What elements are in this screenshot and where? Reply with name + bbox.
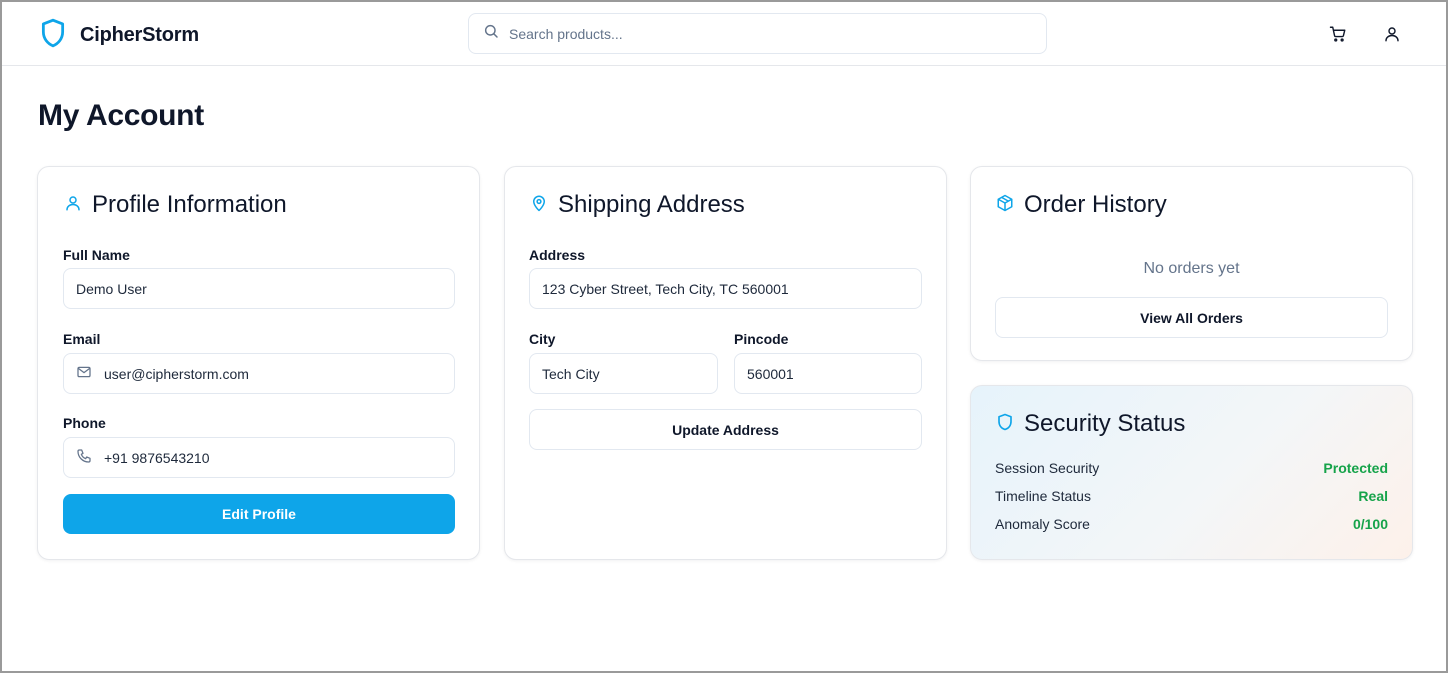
empty-orders-text: No orders yet [1143, 260, 1240, 277]
profile-title-text: Profile Information [92, 191, 287, 218]
security-status-card: Security Status Session Security Protect… [970, 385, 1413, 560]
full-name-field[interactable]: Demo User [63, 268, 455, 309]
address-value: 123 Cyber Street, Tech City, TC 560001 [542, 280, 789, 297]
user-icon[interactable] [1382, 24, 1402, 44]
security-row-key: Anomaly Score [995, 516, 1090, 532]
order-history-title-text: Order History [1024, 191, 1167, 218]
shipping-title-text: Shipping Address [558, 191, 745, 218]
city-label: City [529, 331, 556, 347]
pincode-value: 560001 [747, 365, 794, 382]
security-title-text: Security Status [1024, 410, 1186, 437]
search-icon [483, 23, 499, 44]
edit-profile-button[interactable]: Edit Profile [63, 494, 455, 534]
shipping-card-title: Shipping Address [530, 191, 745, 219]
map-pin-icon [530, 191, 548, 219]
phone-value: +91 9876543210 [104, 449, 210, 466]
security-row-anomaly: Anomaly Score 0/100 [995, 516, 1388, 532]
profile-card: Profile Information Full Name Demo User … [37, 166, 480, 560]
package-icon [996, 191, 1014, 219]
brand-name: CipherStorm [80, 24, 199, 46]
security-row-key: Session Security [995, 460, 1100, 476]
security-row-value: 0/100 [1352, 516, 1388, 532]
page-title: My Account [38, 99, 204, 132]
brand[interactable]: CipherStorm [40, 18, 199, 53]
address-field[interactable]: 123 Cyber Street, Tech City, TC 560001 [529, 268, 922, 309]
phone-icon [76, 448, 92, 467]
pincode-label: Pincode [734, 331, 789, 347]
top-nav: CipherStorm [2, 2, 1446, 66]
shield-icon [40, 18, 66, 53]
phone-field[interactable]: +91 9876543210 [63, 437, 455, 478]
profile-card-title: Profile Information [64, 191, 287, 219]
city-field[interactable]: Tech City [529, 353, 718, 394]
order-history-card-title: Order History [996, 191, 1167, 219]
search-input[interactable] [509, 25, 1009, 42]
city-value: Tech City [542, 365, 600, 382]
email-label: Email [63, 331, 101, 347]
order-history-card: Order History No orders yet View All Ord… [970, 166, 1413, 361]
search-bar[interactable] [468, 13, 1047, 54]
mail-icon [76, 364, 92, 383]
address-label: Address [529, 247, 586, 263]
security-row-value: Real [1358, 488, 1388, 504]
security-row-session: Session Security Protected [995, 460, 1388, 476]
pincode-field[interactable]: 560001 [734, 353, 922, 394]
security-row-value: Protected [1323, 460, 1388, 476]
email-field[interactable]: user@cipherstorm.com [63, 353, 455, 394]
cart-icon[interactable] [1328, 24, 1348, 44]
phone-label: Phone [63, 415, 106, 431]
full-name-value: Demo User [76, 280, 147, 297]
shield-icon [996, 410, 1014, 438]
security-row-key: Timeline Status [995, 488, 1091, 504]
full-name-label: Full Name [63, 247, 130, 263]
user-icon [64, 191, 82, 219]
email-value: user@cipherstorm.com [104, 365, 249, 382]
shipping-card: Shipping Address Address 123 Cyber Stree… [504, 166, 947, 560]
update-address-button[interactable]: Update Address [529, 409, 922, 450]
security-card-title: Security Status [996, 410, 1185, 438]
view-all-orders-button[interactable]: View All Orders [995, 297, 1388, 338]
security-row-timeline: Timeline Status Real [995, 488, 1388, 504]
